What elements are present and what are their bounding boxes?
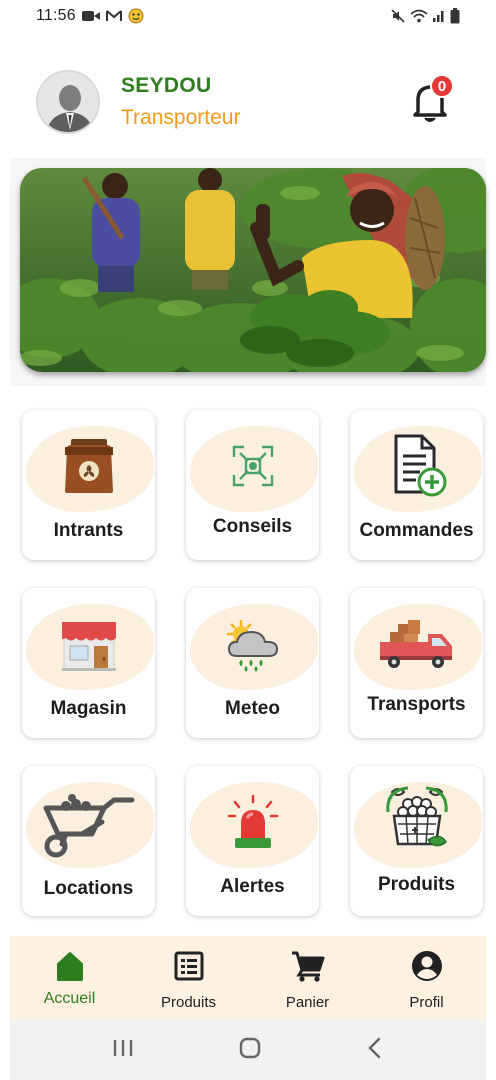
menu-label-locations: Locations (43, 878, 134, 899)
wheelbarrow-icon (22, 794, 155, 858)
menu-card-transports[interactable]: Transports (350, 588, 483, 738)
cart-icon (291, 948, 325, 984)
menu-label-produits: Produits (377, 874, 456, 895)
nav-label-accueil: Accueil (43, 990, 96, 1007)
menu-label-intrants: Intrants (53, 520, 124, 541)
menu-grid: Intrants Conseils Commandes Magasin Mete… (10, 386, 486, 936)
bottom-navigation: Accueil Produits Panier Profil (10, 936, 486, 1020)
nav-item-panier[interactable]: Panier (253, 936, 363, 1020)
bell-icon (410, 85, 450, 128)
menu-card-meteo[interactable]: Meteo (186, 588, 319, 738)
status-left: 11:56 (36, 7, 144, 25)
menu-card-produits[interactable]: Produits (350, 766, 483, 916)
add-order-document-icon (350, 434, 483, 498)
menu-label-meteo: Meteo (225, 698, 280, 719)
wifi-icon (410, 9, 428, 23)
status-time: 11:56 (36, 7, 76, 24)
nav-item-accueil[interactable]: Accueil (15, 936, 125, 1020)
gmail-icon (105, 10, 122, 22)
menu-label-magasin: Magasin (50, 698, 127, 719)
menu-card-alertes[interactable]: Alertes (186, 766, 319, 916)
menu-label-conseils: Conseils (212, 516, 293, 537)
app-header: SEYDOU Transporteur 0 (10, 32, 486, 158)
banner-area (10, 158, 486, 386)
produce-basket-icon (350, 786, 483, 850)
menu-label-alertes: Alertes (220, 876, 285, 897)
notifications-button[interactable]: 0 (410, 74, 454, 124)
weather-icon (186, 612, 319, 676)
status-bar: 11:56 (10, 0, 486, 32)
menu-card-intrants[interactable]: Intrants (22, 410, 155, 560)
home-icon (55, 948, 85, 984)
nav-item-produits[interactable]: Produits (134, 936, 244, 1020)
nav-label-panier: Panier (285, 994, 330, 1011)
avatar[interactable] (36, 70, 100, 134)
battery-icon (450, 8, 460, 24)
seed-bag-icon (22, 434, 155, 498)
siren-icon (186, 790, 319, 854)
store-icon (22, 612, 155, 676)
user-role: Transporteur (121, 106, 241, 129)
status-right (390, 8, 460, 24)
nav-label-profil: Profil (409, 994, 444, 1011)
menu-card-locations[interactable]: Locations (22, 766, 155, 916)
back-button[interactable] (366, 1037, 384, 1064)
video-icon (81, 10, 100, 22)
menu-card-conseils[interactable]: Conseils (186, 410, 319, 560)
emoji-icon (128, 8, 144, 24)
list-icon (174, 948, 204, 984)
mute-icon (390, 8, 406, 24)
account-circle-icon (411, 948, 443, 984)
menu-label-transports: Transports (367, 694, 466, 715)
recents-button[interactable] (112, 1038, 134, 1063)
menu-label-commandes: Commandes (359, 520, 474, 541)
advice-target-icon (186, 434, 319, 498)
nav-item-profil[interactable]: Profil (372, 936, 482, 1020)
menu-card-commandes[interactable]: Commandes (350, 410, 483, 560)
menu-card-magasin[interactable]: Magasin (22, 588, 155, 738)
nav-label-produits: Produits (160, 994, 217, 1011)
signal-icon (432, 9, 446, 23)
delivery-truck-icon (350, 612, 483, 676)
system-navigation-bar (10, 1020, 486, 1080)
user-name: SEYDOU (121, 74, 212, 97)
notification-badge: 0 (430, 74, 454, 98)
banner-image (20, 168, 486, 372)
home-button[interactable] (238, 1036, 262, 1065)
